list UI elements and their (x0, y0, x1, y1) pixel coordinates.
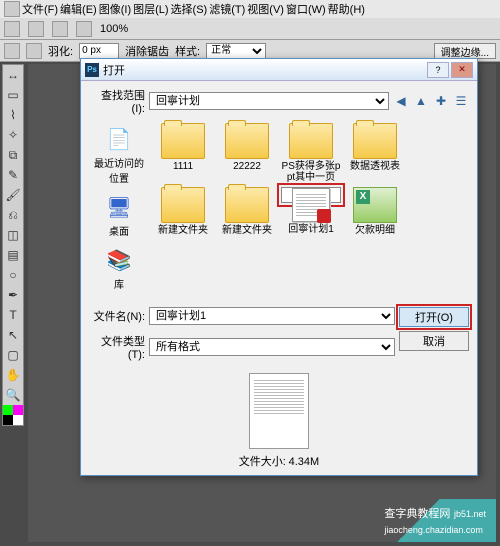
lasso-tool[interactable]: ⌇ (3, 105, 23, 125)
file-label: 新建文件夹 (222, 225, 272, 236)
file-label: 新建文件夹 (158, 225, 208, 236)
tool-preset-icon[interactable] (4, 43, 20, 59)
zoom-value: 100% (100, 23, 128, 35)
menu-help[interactable]: 帮助(H) (328, 1, 365, 17)
file-label: 22222 (233, 161, 261, 172)
zoom-tool[interactable]: 🔍 (3, 385, 23, 405)
back-icon[interactable]: ◀ (393, 93, 409, 109)
ps-icon: Ps (85, 63, 99, 77)
filename-label: 文件名(N): (89, 308, 145, 324)
help-button[interactable]: ? (427, 62, 449, 78)
file-item[interactable]: PS获得多张ppt其中一页 (281, 123, 341, 183)
menu-window[interactable]: 窗口(W) (286, 1, 326, 17)
brush-tool[interactable]: 🖌 (3, 185, 23, 205)
place-recent[interactable]: 📄最近访问的位置 (91, 123, 147, 187)
filesize-label: 文件大小: 4.34M (239, 453, 319, 469)
type-tool[interactable]: T (3, 305, 23, 325)
lookin-select[interactable]: 回寧计划 (149, 92, 389, 110)
style-select[interactable]: 正常 (206, 43, 266, 59)
place-computer[interactable]: 💻计算机 (91, 297, 147, 303)
eyedropper-tool[interactable]: ✎ (3, 165, 23, 185)
file-list: 1111 22222 PS获得多张ppt其中一页数据透视表新建文件夹 新建文件夹 回寧计… (149, 119, 469, 303)
file-label: PS获得多张ppt其中一页 (281, 161, 341, 183)
place-libraries[interactable]: 📚库 (91, 244, 147, 293)
file-item[interactable]: 数据透视表 (345, 123, 405, 183)
history-icon[interactable] (28, 21, 44, 37)
menu-filter[interactable]: 滤镜(T) (209, 1, 245, 17)
watermark: 查字典教程网 jb51.net jiaocheng.chazidian.com (374, 499, 496, 542)
wand-tool[interactable]: ✧ (3, 125, 23, 145)
blur-tool[interactable]: ○ (3, 265, 23, 285)
menu-file[interactable]: 文件(F) (22, 1, 58, 17)
filename-input[interactable]: 回寧计划1 (149, 307, 395, 325)
file-label: 回寧计划1 (288, 224, 334, 235)
menu-edit[interactable]: 编辑(E) (60, 1, 97, 17)
menu-bar: 文件(F) 编辑(E) 图像(I) 图层(L) 选择(S) 滤镜(T) 视图(V… (0, 0, 500, 18)
style-label: 样式: (175, 43, 200, 59)
hand-icon[interactable] (76, 21, 92, 37)
marquee-icon[interactable] (26, 43, 42, 59)
eraser-tool[interactable]: ◫ (3, 225, 23, 245)
up-icon[interactable]: ▲ (413, 93, 429, 109)
bridge-icon[interactable] (4, 21, 20, 37)
dialog-titlebar: Ps 打开 ? ✕ (81, 59, 477, 81)
lookin-label: 查找范围(I): (89, 87, 145, 115)
file-label: 1111 (173, 161, 193, 172)
menu-image[interactable]: 图像(I) (99, 1, 131, 17)
color-swatch[interactable] (3, 405, 23, 425)
antialias-label: 消除锯齿 (125, 43, 169, 59)
preview-thumbnail (249, 373, 309, 449)
file-item[interactable]: 新建文件夹 (217, 187, 277, 236)
move-tool[interactable]: ↔ (3, 65, 23, 85)
shape-tool[interactable]: ▢ (3, 345, 23, 365)
places-bar: 📄最近访问的位置 🖥桌面 📚库 💻计算机 🌐网络 (89, 119, 149, 303)
file-label: 数据透视表 (350, 161, 400, 172)
marquee-tool[interactable]: ▭ (3, 85, 23, 105)
path-tool[interactable]: ↖ (3, 325, 23, 345)
filetype-select[interactable]: 所有格式 (149, 338, 395, 356)
open-dialog: Ps 打开 ? ✕ 查找范围(I): 回寧计划 ◀ ▲ ✚ ☰ 📄最近访问的位置… (80, 58, 478, 476)
file-item[interactable]: 22222 (217, 123, 277, 183)
newfolder-icon[interactable]: ✚ (433, 93, 449, 109)
pen-tool[interactable]: ✒ (3, 285, 23, 305)
feather-label: 羽化: (48, 43, 73, 59)
app-icon (4, 1, 20, 17)
zoom-icon[interactable] (52, 21, 68, 37)
menu-select[interactable]: 选择(S) (171, 1, 208, 17)
toolbox: ↔ ▭ ⌇ ✧ ⧉ ✎ 🖌 ⎌ ◫ ▤ ○ ✒ T ↖ ▢ ✋ 🔍 (2, 64, 24, 426)
filetype-label: 文件类型(T): (89, 333, 145, 361)
menu-view[interactable]: 视图(V) (247, 1, 284, 17)
file-item[interactable]: 回寧计划1 (281, 187, 341, 203)
crop-tool[interactable]: ⧉ (3, 145, 23, 165)
file-item[interactable]: 1111 (153, 123, 213, 183)
feather-input[interactable] (79, 43, 119, 59)
dialog-title: 打开 (103, 62, 125, 78)
file-item[interactable]: 欠款明细 (345, 187, 405, 236)
hand-tool[interactable]: ✋ (3, 365, 23, 385)
place-desktop[interactable]: 🖥桌面 (91, 191, 147, 240)
file-item[interactable]: 新建文件夹 (153, 187, 213, 236)
open-button[interactable]: 打开(O) (399, 307, 469, 327)
stamp-tool[interactable]: ⎌ (3, 205, 23, 225)
menu-layer[interactable]: 图层(L) (133, 1, 168, 17)
file-label: 欠款明细 (355, 225, 395, 236)
refine-edge-button[interactable]: 调整边缘... (434, 43, 496, 59)
close-button[interactable]: ✕ (451, 62, 473, 78)
cancel-button[interactable]: 取消 (399, 331, 469, 351)
gradient-tool[interactable]: ▤ (3, 245, 23, 265)
viewmenu-icon[interactable]: ☰ (453, 93, 469, 109)
app-toolbar: 100% (0, 18, 500, 40)
